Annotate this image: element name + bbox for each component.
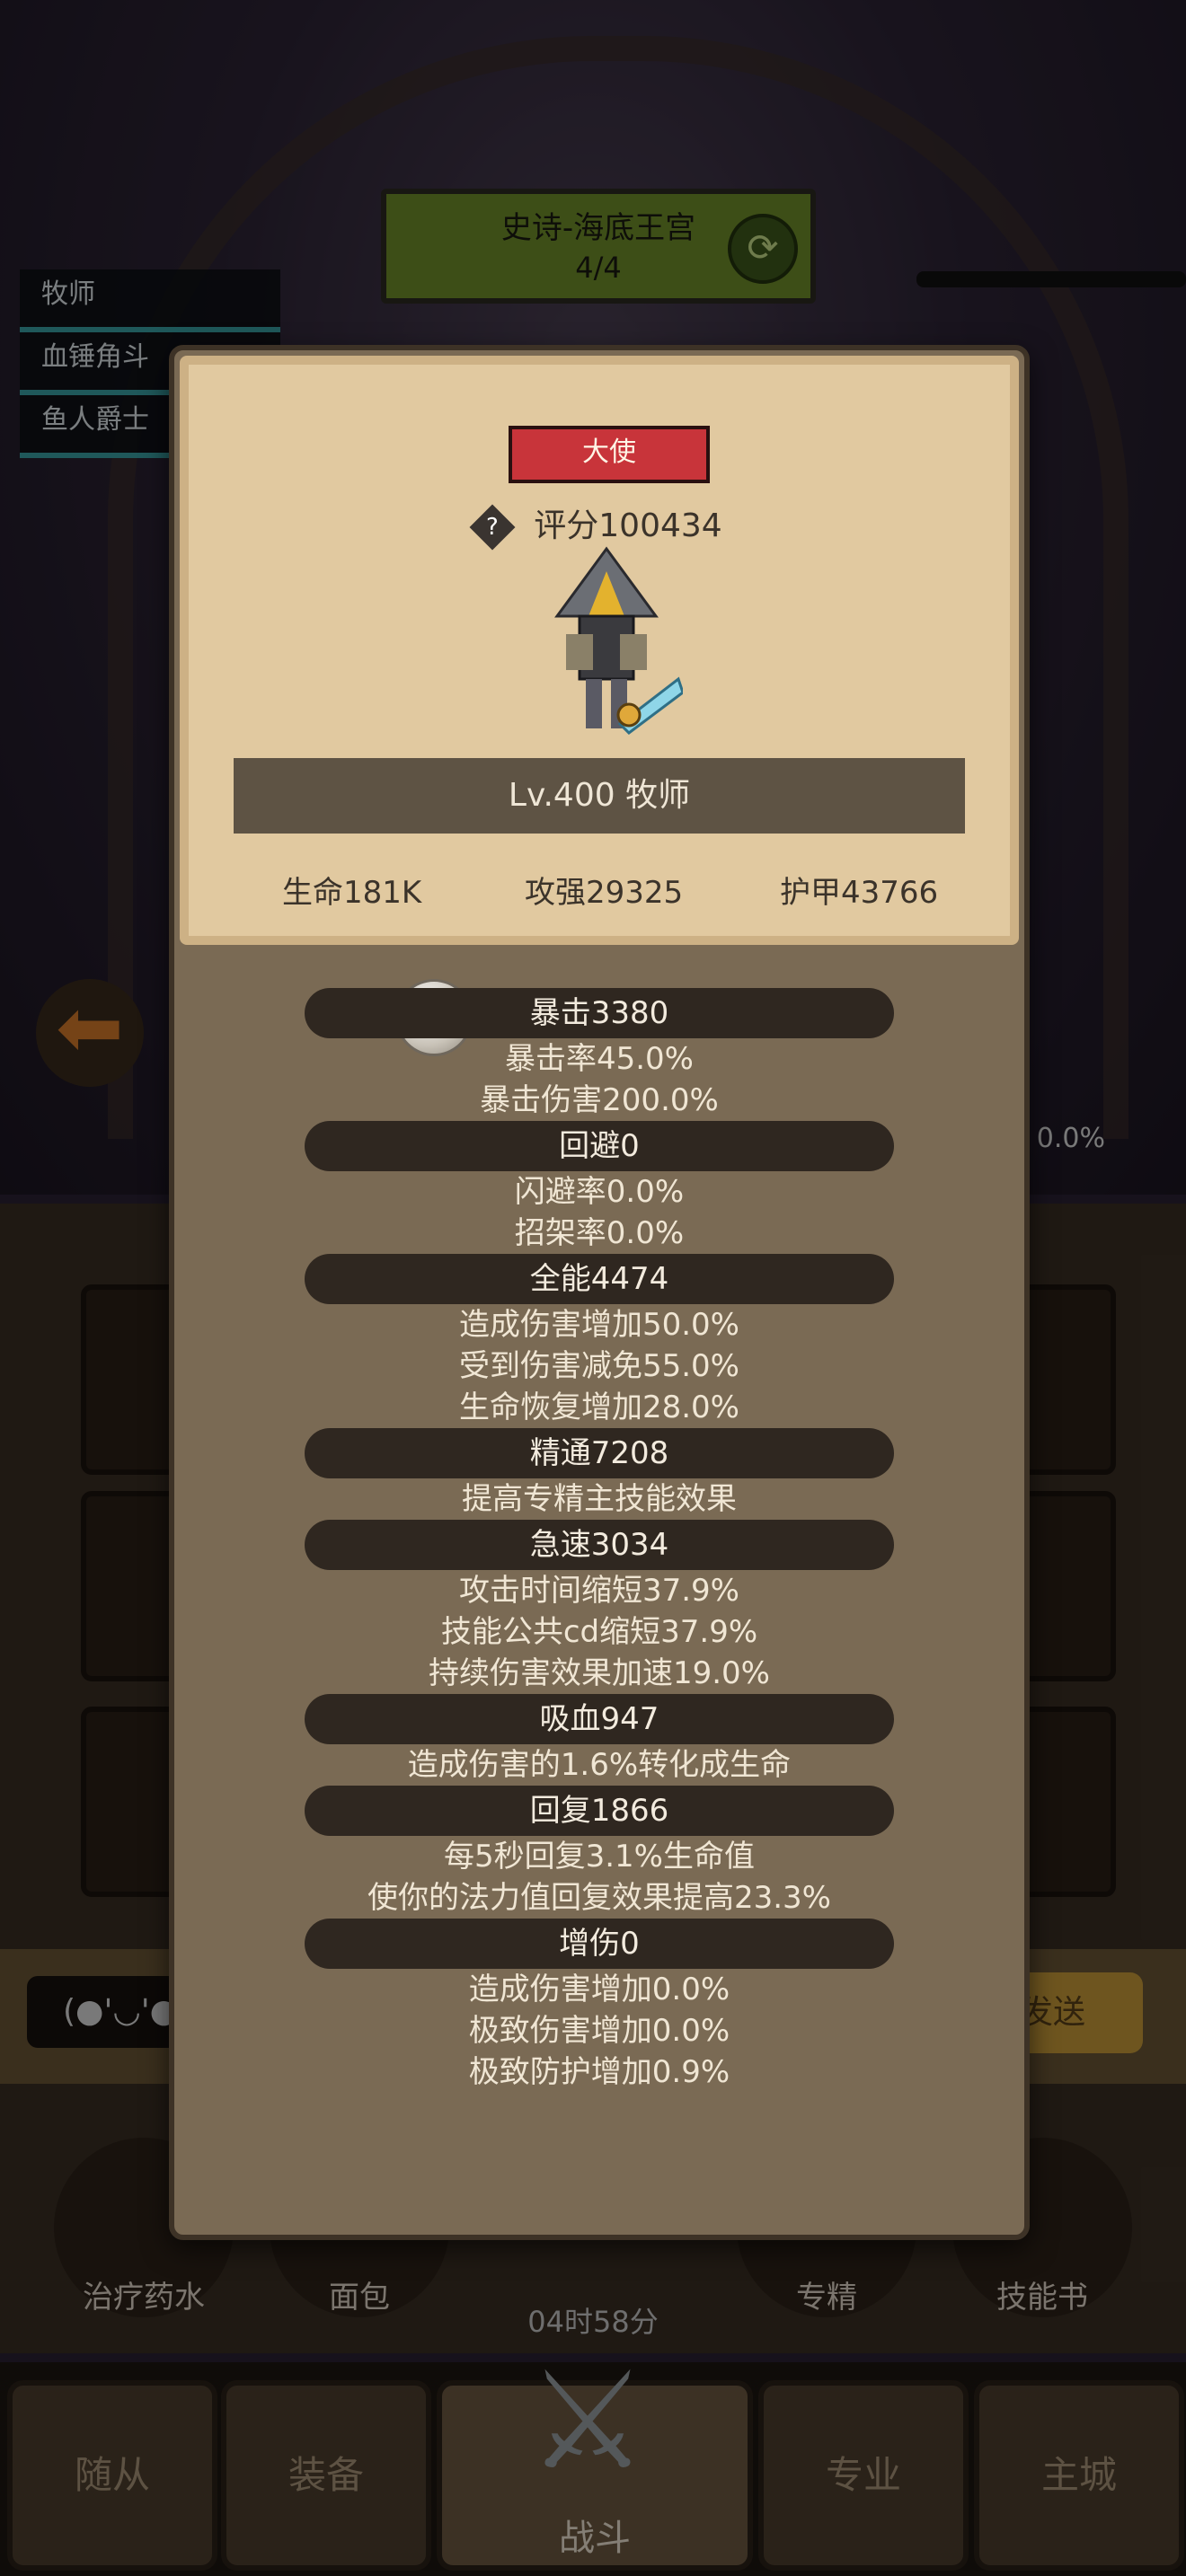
stat-header: 暴击3380: [305, 988, 894, 1038]
stat-line: 每5秒回复3.1%生命值: [443, 1839, 755, 1875]
character-card: 大使 ? 评分100434 Lv.400 牧师 生命181K 攻强29325 护甲…: [180, 356, 1019, 945]
stat-line: 受到伤害减免55.0%: [458, 1348, 739, 1384]
stat-armor: 护甲43766: [780, 875, 939, 911]
score-row: ? 评分100434: [189, 499, 1010, 551]
stat-line: 造成伤害的1.6%转化成生命: [407, 1747, 792, 1783]
stat-line: 招架率0.0%: [514, 1215, 685, 1251]
character-stats-panel: 大使 ? 评分100434 Lv.400 牧师 生命181K 攻强29325 护甲…: [169, 345, 1030, 2240]
stat-line: 暴击率45.0%: [504, 1041, 694, 1077]
score-text: 评分100434: [534, 507, 722, 544]
priest-avatar: [554, 546, 683, 735]
stat-line: 极致伤害增加0.0%: [468, 2013, 730, 2049]
stat-header: 增伤0: [305, 1919, 894, 1969]
stat-group-versatility: 全能4474 造成伤害增加50.0% 受到伤害减免55.0% 生命恢复增加28.…: [174, 1254, 1024, 1428]
help-icon[interactable]: ?: [469, 504, 516, 551]
stat-line: 使你的法力值回复效果提高23.3%: [367, 1880, 831, 1916]
title-badge: 大使: [509, 426, 710, 483]
stat-line: 极致防护增加0.9%: [468, 2054, 730, 2090]
stat-line: 生命恢复增加28.0%: [458, 1389, 739, 1425]
stat-line: 闪避率0.0%: [514, 1174, 685, 1210]
stat-header: 全能4474: [305, 1254, 894, 1304]
stat-header: 急速3034: [305, 1520, 894, 1570]
stat-line: 技能公共cd缩短37.9%: [440, 1614, 758, 1650]
stat-hp: 生命181K: [282, 875, 422, 911]
level-class: Lv.400 牧师: [234, 758, 965, 834]
stat-group-damage-bonus: 增伤0 造成伤害增加0.0% 极致伤害增加0.0% 极致防护增加0.9%: [174, 1919, 1024, 2093]
stat-group-crit: 暴击3380 暴击率45.0% 暴击伤害200.0%: [174, 988, 1024, 1121]
stat-group-haste: 急速3034 攻击时间缩短37.9% 技能公共cd缩短37.9% 持续伤害效果加…: [174, 1520, 1024, 1694]
stat-line: 造成伤害增加50.0%: [458, 1307, 739, 1343]
secondary-stats: 暴击3380 暴击率45.0% 暴击伤害200.0% 回避0 闪避率0.0% 招…: [174, 988, 1024, 2093]
stat-line: 造成伤害增加0.0%: [468, 1972, 730, 2007]
stat-line: 持续伤害效果加速19.0%: [428, 1655, 770, 1691]
stat-group-avoidance: 回避0 闪避率0.0% 招架率0.0%: [174, 1121, 1024, 1254]
stat-group-mastery: 精通7208 提高专精主技能效果: [174, 1428, 1024, 1520]
stat-header: 回复1866: [305, 1786, 894, 1836]
stat-header: 精通7208: [305, 1428, 894, 1478]
base-stats: 生命181K 攻强29325 护甲43766: [189, 868, 1010, 913]
stat-header: 回避0: [305, 1121, 894, 1171]
stat-group-leech: 吸血947 造成伤害的1.6%转化成生命: [174, 1694, 1024, 1786]
stat-line: 提高专精主技能效果: [462, 1481, 737, 1517]
stat-attack: 攻强29325: [525, 875, 684, 911]
stat-group-regen: 回复1866 每5秒回复3.1%生命值 使你的法力值回复效果提高23.3%: [174, 1786, 1024, 1919]
stat-line: 暴击伤害200.0%: [480, 1082, 719, 1118]
stat-header: 吸血947: [305, 1694, 894, 1744]
stat-line: 攻击时间缩短37.9%: [458, 1573, 739, 1609]
